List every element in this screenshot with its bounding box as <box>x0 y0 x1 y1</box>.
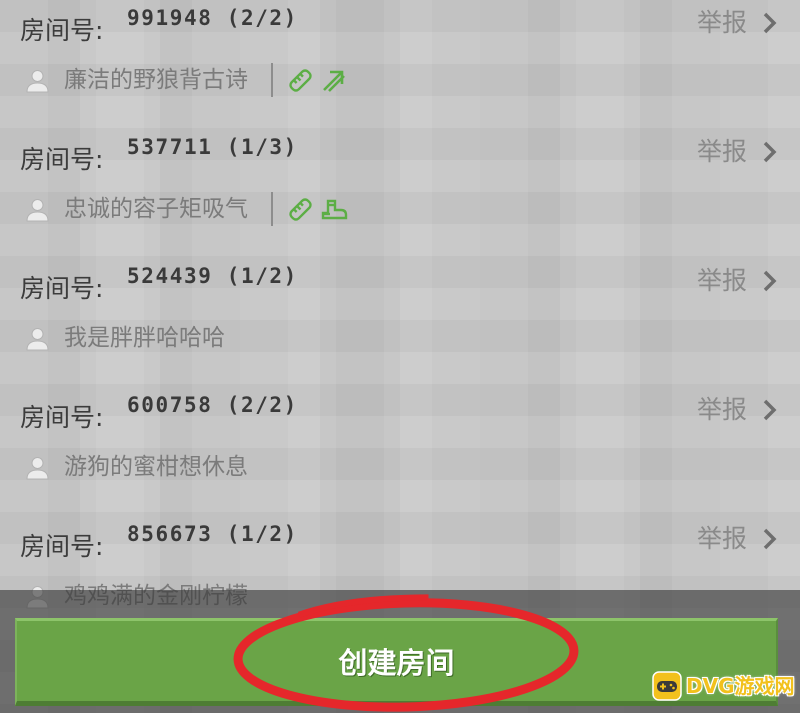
chevron-right-icon <box>763 12 777 34</box>
room-number-label: 房间号: <box>20 532 104 561</box>
user-icon <box>26 457 49 480</box>
user-icon <box>26 70 49 93</box>
room-row[interactable]: 房间号: 524439 (1/2) 举报 我是胖胖哈哈哈 <box>0 258 800 387</box>
owner-name: 游狗的蜜柑想休息 <box>64 454 248 480</box>
room-id: 600758 (2/2) <box>127 393 298 417</box>
room-number-label: 房间号: <box>20 16 104 45</box>
chevron-right-icon <box>763 270 777 292</box>
chevron-right-icon <box>763 141 777 163</box>
watermark-text: DVG游戏网 <box>686 674 795 698</box>
user-icon <box>26 199 49 222</box>
owner-line: 游狗的蜜柑想休息 <box>0 451 400 483</box>
room-row[interactable]: 房间号: 991948 (2/2) 举报 廉洁的野狼背古诗 <box>0 0 800 129</box>
room-id: 524439 (1/2) <box>127 264 298 288</box>
room-id: 991948 (2/2) <box>127 6 298 30</box>
boot-icon <box>321 199 348 220</box>
report-button[interactable]: 举报 <box>694 135 784 169</box>
chevron-right-icon <box>763 528 777 550</box>
report-button[interactable]: 举报 <box>694 393 784 427</box>
owner-line: 忠诚的容子矩吸气 <box>0 192 400 226</box>
ruler-icon <box>289 198 312 221</box>
room-number-label: 房间号: <box>20 274 104 303</box>
chevron-right-icon <box>763 399 777 421</box>
report-button[interactable]: 举报 <box>694 6 784 40</box>
room-number-label: 房间号: <box>20 145 104 174</box>
owner-name: 廉洁的野狼背古诗 <box>64 67 248 93</box>
owner-name: 我是胖胖哈哈哈 <box>64 325 225 351</box>
divider <box>271 63 273 97</box>
report-button[interactable]: 举报 <box>694 264 784 298</box>
report-button[interactable]: 举报 <box>694 522 784 556</box>
room-id: 856673 (1/2) <box>127 522 298 546</box>
room-row[interactable]: 房间号: 537711 (1/3) 举报 忠诚的容子矩吸气 <box>0 129 800 258</box>
owner-line: 我是胖胖哈哈哈 <box>0 322 400 354</box>
report-label: 举报 <box>697 137 748 166</box>
owner-name: 忠诚的容子矩吸气 <box>64 196 248 222</box>
room-row[interactable]: 房间号: 600758 (2/2) 举报 游狗的蜜柑想休息 <box>0 387 800 516</box>
room-number-label: 房间号: <box>20 403 104 432</box>
report-label: 举报 <box>697 8 748 37</box>
divider <box>271 192 273 226</box>
arrow-up-right-icon <box>323 70 345 92</box>
ruler-icon <box>289 69 312 92</box>
room-id: 537711 (1/3) <box>127 135 298 159</box>
owner-line: 廉洁的野狼背古诗 <box>0 63 400 97</box>
report-label: 举报 <box>697 266 748 295</box>
gamepad-icon <box>652 671 682 701</box>
user-icon <box>26 328 49 351</box>
report-label: 举报 <box>697 524 748 553</box>
report-label: 举报 <box>697 395 748 424</box>
